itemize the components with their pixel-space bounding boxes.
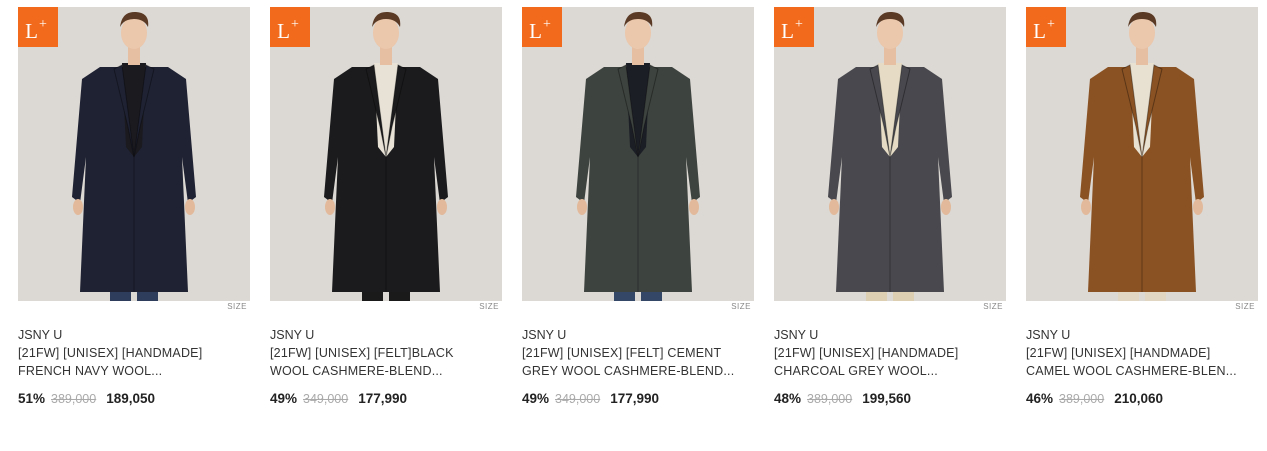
- product-image[interactable]: L+: [270, 7, 502, 301]
- sale-price: 199,560: [862, 391, 912, 406]
- product-card[interactable]: L+ SIZE JSNY U [21FW] [UNISEX] [HANDMADE…: [774, 7, 1006, 406]
- product-grid: L+ SIZE JSNY U [21FW] [UNISEX] [HANDMADE…: [18, 7, 1258, 406]
- brand-name[interactable]: JSNY U: [18, 326, 250, 344]
- product-card[interactable]: L+ SIZE JSNY U [21FW] [UNISEX] [FELT] CE…: [522, 7, 754, 406]
- coat-model-photo: [1026, 7, 1258, 301]
- coat-model-photo: [270, 7, 502, 301]
- badge-plus: +: [38, 17, 47, 32]
- badge-text: L: [1033, 19, 1046, 43]
- sale-price: 189,050: [106, 391, 156, 406]
- product-image[interactable]: L+: [774, 7, 1006, 301]
- product-title-line1: [21FW] [UNISEX] [FELT] CEMENT: [522, 346, 722, 360]
- product-title[interactable]: [21FW] [UNISEX] [HANDMADE] FRENCH NAVY W…: [18, 344, 250, 380]
- product-title-line2: GREY WOOL CASHMERE-BLEND...: [522, 364, 735, 378]
- product-title-line2: WOOL CASHMERE-BLEND...: [270, 364, 443, 378]
- original-price: 349,000: [303, 392, 349, 406]
- lplus-badge: L+: [774, 7, 814, 47]
- lplus-badge: L+: [522, 7, 562, 47]
- product-title[interactable]: [21FW] [UNISEX] [HANDMADE] CAMEL WOOL CA…: [1026, 344, 1258, 380]
- lplus-badge: L+: [18, 7, 58, 47]
- product-card[interactable]: L+ SIZE JSNY U [21FW] [UNISEX] [HANDMADE…: [1026, 7, 1258, 406]
- size-label[interactable]: SIZE: [18, 302, 250, 314]
- original-price: 389,000: [807, 392, 853, 406]
- price-row: 49% 349,000 177,990: [522, 391, 754, 406]
- original-price: 389,000: [1059, 392, 1105, 406]
- badge-text: L: [25, 19, 38, 43]
- badge-text: L: [781, 19, 794, 43]
- brand-name[interactable]: JSNY U: [774, 326, 1006, 344]
- badge-plus: +: [542, 17, 551, 32]
- coat-model-photo: [18, 7, 250, 301]
- price-row: 48% 389,000 199,560: [774, 391, 1006, 406]
- price-row: 46% 389,000 210,060: [1026, 391, 1258, 406]
- product-title-line2: CAMEL WOOL CASHMERE-BLEN...: [1026, 364, 1237, 378]
- product-title-line2: FRENCH NAVY WOOL...: [18, 364, 163, 378]
- discount-rate: 48%: [774, 391, 802, 406]
- sale-price: 177,990: [358, 391, 408, 406]
- discount-rate: 49%: [522, 391, 550, 406]
- product-title-line1: [21FW] [UNISEX] [HANDMADE]: [18, 346, 203, 360]
- sale-price: 177,990: [610, 391, 660, 406]
- coat-model-photo: [522, 7, 754, 301]
- brand-name[interactable]: JSNY U: [522, 326, 754, 344]
- lplus-badge: L+: [1026, 7, 1066, 47]
- badge-plus: +: [290, 17, 299, 32]
- price-row: 51% 389,000 189,050: [18, 391, 250, 406]
- discount-rate: 46%: [1026, 391, 1054, 406]
- size-label[interactable]: SIZE: [774, 302, 1006, 314]
- lplus-badge: L+: [270, 7, 310, 47]
- product-card[interactable]: L+ SIZE JSNY U [21FW] [UNISEX] [HANDMADE…: [18, 7, 250, 406]
- price-row: 49% 349,000 177,990: [270, 391, 502, 406]
- brand-name[interactable]: JSNY U: [1026, 326, 1258, 344]
- brand-name[interactable]: JSNY U: [270, 326, 502, 344]
- product-image[interactable]: L+: [18, 7, 250, 301]
- badge-text: L: [529, 19, 542, 43]
- badge-plus: +: [794, 17, 803, 32]
- original-price: 349,000: [555, 392, 601, 406]
- original-price: 389,000: [51, 392, 97, 406]
- sale-price: 210,060: [1114, 391, 1164, 406]
- product-title[interactable]: [21FW] [UNISEX] [FELT]BLACK WOOL CASHMER…: [270, 344, 502, 380]
- badge-text: L: [277, 19, 290, 43]
- discount-rate: 49%: [270, 391, 298, 406]
- product-image[interactable]: L+: [522, 7, 754, 301]
- product-image[interactable]: L+: [1026, 7, 1258, 301]
- product-title-line1: [21FW] [UNISEX] [HANDMADE]: [774, 346, 959, 360]
- badge-plus: +: [1046, 17, 1055, 32]
- product-title-line1: [21FW] [UNISEX] [FELT]BLACK: [270, 346, 454, 360]
- product-card[interactable]: L+ SIZE JSNY U [21FW] [UNISEX] [FELT]BLA…: [270, 7, 502, 406]
- size-label[interactable]: SIZE: [1026, 302, 1258, 314]
- product-title-line2: CHARCOAL GREY WOOL...: [774, 364, 938, 378]
- product-title-line1: [21FW] [UNISEX] [HANDMADE]: [1026, 346, 1211, 360]
- size-label[interactable]: SIZE: [270, 302, 502, 314]
- product-title[interactable]: [21FW] [UNISEX] [FELT] CEMENT GREY WOOL …: [522, 344, 754, 380]
- size-label[interactable]: SIZE: [522, 302, 754, 314]
- coat-model-photo: [774, 7, 1006, 301]
- discount-rate: 51%: [18, 391, 46, 406]
- product-title[interactable]: [21FW] [UNISEX] [HANDMADE] CHARCOAL GREY…: [774, 344, 1006, 380]
